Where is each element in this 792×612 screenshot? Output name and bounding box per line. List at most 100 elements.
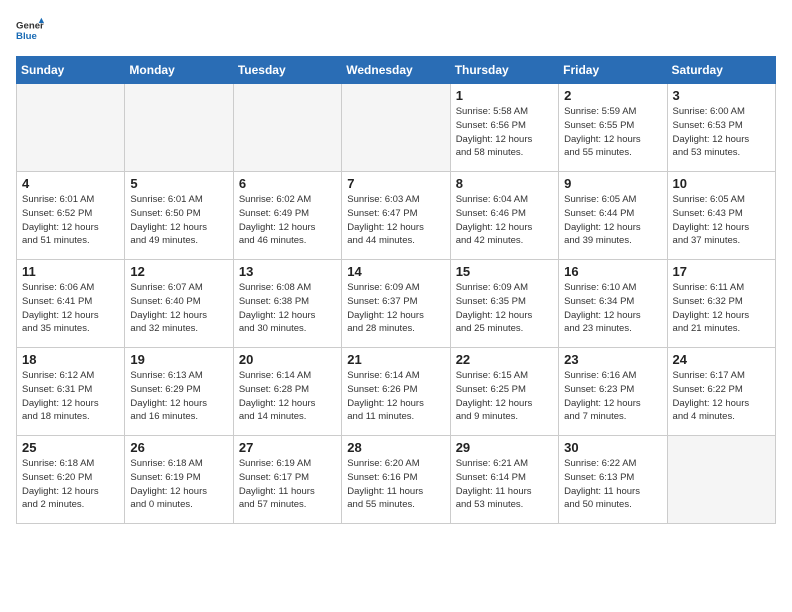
day-info: Sunrise: 6:04 AMSunset: 6:46 PMDaylight:… [456,193,553,248]
day-info: Sunrise: 6:08 AMSunset: 6:38 PMDaylight:… [239,281,336,336]
day-number: 23 [564,352,661,367]
day-number: 14 [347,264,444,279]
day-number: 22 [456,352,553,367]
calendar-cell: 23Sunrise: 6:16 AMSunset: 6:23 PMDayligh… [559,348,667,436]
day-number: 8 [456,176,553,191]
calendar-table: SundayMondayTuesdayWednesdayThursdayFrid… [16,56,776,524]
col-header-wednesday: Wednesday [342,57,450,84]
day-number: 10 [673,176,770,191]
day-number: 17 [673,264,770,279]
day-info: Sunrise: 6:17 AMSunset: 6:22 PMDaylight:… [673,369,770,424]
day-number: 28 [347,440,444,455]
day-info: Sunrise: 6:14 AMSunset: 6:28 PMDaylight:… [239,369,336,424]
day-info: Sunrise: 6:05 AMSunset: 6:43 PMDaylight:… [673,193,770,248]
calendar-cell: 11 Sunrise: 6:06 AMSunset: 6:41 PMDayligh… [17,260,125,348]
calendar-cell: 6 Sunrise: 6:02 AMSunset: 6:49 PMDaylight… [233,172,341,260]
calendar-cell: 16Sunrise: 6:10 AMSunset: 6:34 PMDayligh… [559,260,667,348]
day-info: Sunrise: 6:01 AMSunset: 6:50 PMDaylight:… [130,193,227,248]
day-info: Sunrise: 6:18 AMSunset: 6:20 PMDaylight:… [22,457,119,512]
day-number: 9 [564,176,661,191]
day-number: 12 [130,264,227,279]
day-number: 11 [22,264,119,279]
day-number: 4 [22,176,119,191]
calendar-cell: 25 Sunrise: 6:18 AMSunset: 6:20 PMDayligh… [17,436,125,524]
calendar-cell: 30 Sunrise: 6:22 AMSunset: 6:13 PMDayligh… [559,436,667,524]
calendar-cell: 26 Sunrise: 6:18 AMSunset: 6:19 PMDayligh… [125,436,233,524]
calendar-cell: 24 Sunrise: 6:17 AMSunset: 6:22 PMDayligh… [667,348,775,436]
day-info: Sunrise: 6:01 AMSunset: 6:52 PMDaylight:… [22,193,119,248]
day-number: 30 [564,440,661,455]
day-info: Sunrise: 6:14 AMSunset: 6:26 PMDaylight:… [347,369,444,424]
day-info: Sunrise: 6:15 AMSunset: 6:25 PMDaylight:… [456,369,553,424]
calendar-cell: 13 Sunrise: 6:08 AMSunset: 6:38 PMDayligh… [233,260,341,348]
day-info: Sunrise: 6:11 AMSunset: 6:32 PMDaylight:… [673,281,770,336]
calendar-cell: 10 Sunrise: 6:05 AMSunset: 6:43 PMDayligh… [667,172,775,260]
calendar-cell [342,84,450,172]
day-number: 26 [130,440,227,455]
day-info: Sunrise: 6:00 AMSunset: 6:53 PMDaylight:… [673,105,770,160]
day-number: 21 [347,352,444,367]
calendar-cell [125,84,233,172]
calendar-cell: 1 Sunrise: 5:58 AMSunset: 6:56 PMDaylight… [450,84,558,172]
col-header-sunday: Sunday [17,57,125,84]
calendar-cell: 9 Sunrise: 6:05 AMSunset: 6:44 PMDaylight… [559,172,667,260]
day-number: 18 [22,352,119,367]
day-number: 3 [673,88,770,103]
calendar-cell: 4 Sunrise: 6:01 AMSunset: 6:52 PMDaylight… [17,172,125,260]
calendar-cell: 18 Sunrise: 6:12 AMSunset: 6:31 PMDayligh… [17,348,125,436]
calendar-cell: 17 Sunrise: 6:11 AMSunset: 6:32 PMDayligh… [667,260,775,348]
svg-text:Blue: Blue [16,31,37,42]
calendar-cell: 22 Sunrise: 6:15 AMSunset: 6:25 PMDayligh… [450,348,558,436]
calendar-cell [17,84,125,172]
calendar-cell: 3 Sunrise: 6:00 AMSunset: 6:53 PMDaylight… [667,84,775,172]
calendar-cell: 28 Sunrise: 6:20 AMSunset: 6:16 PMDayligh… [342,436,450,524]
day-number: 20 [239,352,336,367]
day-info: Sunrise: 6:05 AMSunset: 6:44 PMDaylight:… [564,193,661,248]
day-info: Sunrise: 5:59 AMSunset: 6:55 PMDaylight:… [564,105,661,160]
day-number: 13 [239,264,336,279]
calendar-cell: 8 Sunrise: 6:04 AMSunset: 6:46 PMDaylight… [450,172,558,260]
day-number: 27 [239,440,336,455]
day-info: Sunrise: 6:22 AMSunset: 6:13 PMDaylight:… [564,457,661,512]
day-number: 6 [239,176,336,191]
day-number: 15 [456,264,553,279]
calendar-cell: 29 Sunrise: 6:21 AMSunset: 6:14 PMDayligh… [450,436,558,524]
calendar-cell: 20 Sunrise: 6:14 AMSunset: 6:28 PMDayligh… [233,348,341,436]
day-info: Sunrise: 5:58 AMSunset: 6:56 PMDaylight:… [456,105,553,160]
logo-icon: General Blue [16,16,44,44]
day-number: 1 [456,88,553,103]
day-number: 5 [130,176,227,191]
day-info: Sunrise: 6:20 AMSunset: 6:16 PMDaylight:… [347,457,444,512]
day-info: Sunrise: 6:19 AMSunset: 6:17 PMDaylight:… [239,457,336,512]
col-header-monday: Monday [125,57,233,84]
day-info: Sunrise: 6:07 AMSunset: 6:40 PMDaylight:… [130,281,227,336]
calendar-cell [667,436,775,524]
calendar-cell: 2 Sunrise: 5:59 AMSunset: 6:55 PMDaylight… [559,84,667,172]
calendar-cell: 15Sunrise: 6:09 AMSunset: 6:35 PMDayligh… [450,260,558,348]
day-info: Sunrise: 6:03 AMSunset: 6:47 PMDaylight:… [347,193,444,248]
day-number: 29 [456,440,553,455]
day-info: Sunrise: 6:21 AMSunset: 6:14 PMDaylight:… [456,457,553,512]
day-info: Sunrise: 6:13 AMSunset: 6:29 PMDaylight:… [130,369,227,424]
day-number: 24 [673,352,770,367]
day-number: 2 [564,88,661,103]
calendar-cell: 21 Sunrise: 6:14 AMSunset: 6:26 PMDayligh… [342,348,450,436]
page-header: General Blue [16,16,776,44]
col-header-saturday: Saturday [667,57,775,84]
day-info: Sunrise: 6:09 AMSunset: 6:37 PMDaylight:… [347,281,444,336]
day-info: Sunrise: 6:18 AMSunset: 6:19 PMDaylight:… [130,457,227,512]
calendar-cell: 27 Sunrise: 6:19 AMSunset: 6:17 PMDayligh… [233,436,341,524]
day-info: Sunrise: 6:12 AMSunset: 6:31 PMDaylight:… [22,369,119,424]
calendar-cell: 19 Sunrise: 6:13 AMSunset: 6:29 PMDayligh… [125,348,233,436]
calendar-cell: 14 Sunrise: 6:09 AMSunset: 6:37 PMDayligh… [342,260,450,348]
day-number: 19 [130,352,227,367]
day-info: Sunrise: 6:02 AMSunset: 6:49 PMDaylight:… [239,193,336,248]
col-header-tuesday: Tuesday [233,57,341,84]
day-number: 7 [347,176,444,191]
calendar-cell [233,84,341,172]
col-header-thursday: Thursday [450,57,558,84]
day-number: 16 [564,264,661,279]
col-header-friday: Friday [559,57,667,84]
day-number: 25 [22,440,119,455]
day-info: Sunrise: 6:06 AMSunset: 6:41 PMDaylight:… [22,281,119,336]
